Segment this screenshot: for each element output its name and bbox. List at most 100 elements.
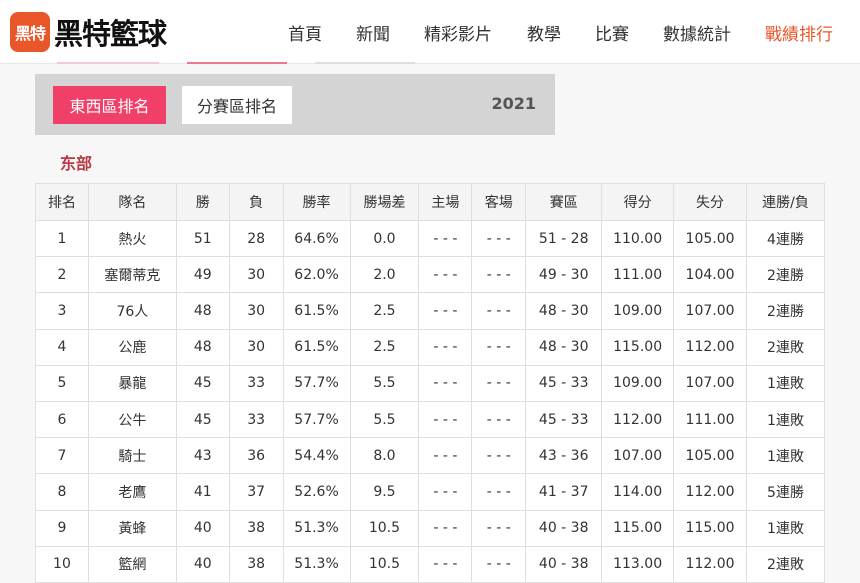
- tab-division-ranking[interactable]: 分賽區排名: [182, 86, 292, 124]
- cell-games-behind: 0.0: [349, 219, 420, 258]
- cell-home: - - -: [418, 292, 473, 330]
- nav-news[interactable]: 新聞: [356, 20, 390, 45]
- cell-away: - - -: [471, 364, 527, 402]
- cell-points-for: 110.00: [601, 219, 675, 258]
- cell-home: - - -: [418, 437, 473, 475]
- cell-away: - - -: [471, 437, 527, 475]
- cell-points-for: 111.00: [601, 256, 675, 294]
- cell-team[interactable]: 騎士: [87, 437, 177, 475]
- cell-streak: 2連敗: [746, 545, 825, 583]
- cell-division: 40 - 38: [525, 509, 603, 547]
- logo-badge-icon: 黑特: [10, 12, 50, 52]
- cell-team[interactable]: 熱火: [87, 219, 177, 258]
- cell-wins: 45: [175, 364, 230, 402]
- cell-losses: 30: [228, 328, 284, 366]
- cell-rank: 3: [35, 292, 89, 330]
- cell-losses: 38: [228, 545, 284, 583]
- cell-streak: 1連敗: [746, 509, 825, 547]
- cell-streak: 5連勝: [746, 473, 825, 511]
- scrolled-tab-edge: [187, 62, 287, 64]
- nav-tutorials[interactable]: 教學: [527, 20, 561, 45]
- cell-home: - - -: [418, 400, 473, 439]
- cell-team[interactable]: 塞爾蒂克: [87, 256, 177, 294]
- cell-rank: 10: [35, 545, 89, 583]
- table-row: 9 黃蜂 40 38 51.3% 10.5- - -- - -40 - 38 115.00 1…: [35, 509, 825, 547]
- cell-points-for: 107.00: [601, 437, 675, 475]
- cell-points-against: 111.00: [673, 400, 747, 439]
- cell-streak: 2連勝: [746, 292, 825, 330]
- cell-win-pct: 61.5%: [282, 292, 351, 330]
- cell-rank: 8: [35, 473, 89, 511]
- cell-games-behind: 8.0: [349, 437, 420, 475]
- nav-stats[interactable]: 數據統計: [663, 20, 731, 45]
- table-row: 6 公牛 45 33 57.7% 5.5- - -- - -45 - 33 112.00 11…: [35, 400, 825, 439]
- cell-win-pct: 61.5%: [282, 328, 351, 366]
- cell-win-pct: 52.6%: [282, 473, 351, 511]
- cell-team[interactable]: 公鹿: [87, 328, 177, 366]
- nav-videos[interactable]: 精彩影片: [424, 20, 492, 45]
- cell-team[interactable]: 籃網: [87, 545, 177, 583]
- cell-points-against: 105.00: [673, 437, 747, 475]
- cell-away: - - -: [471, 256, 527, 294]
- table-row: 5 暴龍 45 33 57.7% 5.5- - -- - -45 - 33 109.00 10…: [35, 364, 825, 402]
- cell-games-behind: 2.5: [349, 328, 420, 366]
- cell-division: 45 - 33: [525, 400, 603, 439]
- cell-division: 51 - 28: [525, 219, 603, 258]
- cell-win-pct: 51.3%: [282, 509, 351, 547]
- cell-win-pct: 64.6%: [282, 219, 351, 258]
- column-header-losses: 負: [228, 183, 284, 221]
- column-header-streak: 連勝/負: [746, 183, 825, 221]
- cell-losses: 33: [228, 400, 284, 439]
- cell-win-pct: 57.7%: [282, 364, 351, 402]
- table-header-row: 排名 隊名勝負勝率 勝場差 主場 客場 賽區 得分 失分 連勝/負: [35, 183, 825, 221]
- cell-division: 41 - 37: [525, 473, 603, 511]
- column-header-home: 主場: [418, 183, 473, 221]
- cell-streak: 1連敗: [746, 400, 825, 439]
- cell-home: - - -: [418, 219, 473, 258]
- column-header-win-pct: 勝率: [282, 183, 351, 221]
- cell-points-for: 115.00: [601, 328, 675, 366]
- column-header-wins: 勝: [175, 183, 230, 221]
- column-header-points-against: 失分: [673, 183, 747, 221]
- cell-points-against: 107.00: [673, 292, 747, 330]
- scrolled-tab-edge: [57, 62, 159, 64]
- cell-team[interactable]: 暴龍: [87, 364, 177, 402]
- cell-away: - - -: [471, 400, 527, 439]
- cell-games-behind: 2.0: [349, 256, 420, 294]
- cell-win-pct: 51.3%: [282, 545, 351, 583]
- cell-points-for: 113.00: [601, 545, 675, 583]
- tab-east-west-ranking[interactable]: 東西區排名: [53, 86, 166, 124]
- cell-rank: 2: [35, 256, 89, 294]
- column-header-rank: 排名: [35, 183, 89, 221]
- site-logo[interactable]: 黑特 黑特籃球: [10, 12, 167, 52]
- column-header-points-for: 得分: [601, 183, 675, 221]
- nav-games[interactable]: 比賽: [595, 20, 629, 45]
- cell-points-against: 104.00: [673, 256, 747, 294]
- table-row: 7 騎士 43 36 54.4% 8.0- - -- - -43 - 36 107.00 10…: [35, 437, 825, 475]
- cell-team[interactable]: 老鷹: [87, 473, 177, 511]
- cell-win-pct: 57.7%: [282, 400, 351, 439]
- cell-losses: 28: [228, 219, 284, 258]
- cell-team[interactable]: 公牛: [87, 400, 177, 439]
- cell-losses: 38: [228, 509, 284, 547]
- cell-division: 48 - 30: [525, 328, 603, 366]
- season-year: 2021: [491, 94, 536, 113]
- cell-streak: 1連敗: [746, 364, 825, 402]
- nav-standings[interactable]: 戰績排行: [765, 20, 833, 45]
- cell-rank: 9: [35, 509, 89, 547]
- cell-division: 45 - 33: [525, 364, 603, 402]
- cell-points-against: 112.00: [673, 328, 747, 366]
- cell-team[interactable]: 76人: [87, 292, 177, 330]
- cell-home: - - -: [418, 256, 473, 294]
- cell-games-behind: 10.5: [349, 509, 420, 547]
- cell-streak: 1連敗: [746, 437, 825, 475]
- nav-home[interactable]: 首頁: [288, 20, 322, 45]
- cell-wins: 43: [175, 437, 230, 475]
- cell-wins: 48: [175, 292, 230, 330]
- cell-team[interactable]: 黃蜂: [87, 509, 177, 547]
- cell-games-behind: 5.5: [349, 400, 420, 439]
- column-header-away: 客場: [471, 183, 527, 221]
- standings-table: 排名 隊名勝負勝率 勝場差 主場 客場 賽區 得分 失分 連勝/負 1 熱火 51 28 64.6% 0.…: [35, 183, 825, 583]
- cell-games-behind: 2.5: [349, 292, 420, 330]
- cell-home: - - -: [418, 328, 473, 366]
